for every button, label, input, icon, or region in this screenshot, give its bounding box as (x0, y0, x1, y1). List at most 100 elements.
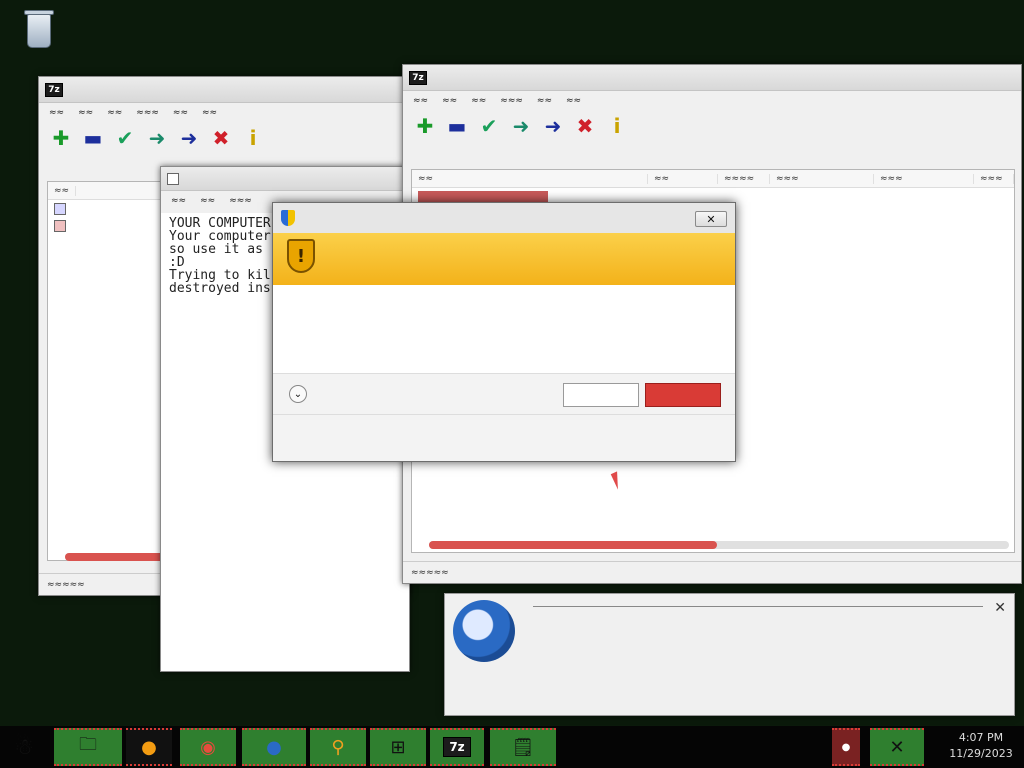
menu-view[interactable]: ≈≈ (107, 108, 122, 118)
thunderbird-logo-icon (453, 600, 515, 662)
extract-button[interactable]: ▬ (81, 127, 105, 149)
column-header[interactable]: ≈≈ (48, 182, 170, 200)
column-name[interactable]: ≈≈ (412, 173, 648, 184)
menu-file[interactable]: ≈≈ (171, 196, 186, 206)
copy-button[interactable]: ➜ (145, 127, 169, 149)
file-list[interactable]: ≈≈ (47, 181, 171, 561)
menu-favorites[interactable]: ≈≈≈ (136, 108, 159, 118)
move-button[interactable]: ➜ (177, 127, 201, 149)
info-button[interactable]: i (605, 115, 629, 137)
column-modified[interactable]: ≈≈≈ (770, 173, 874, 184)
status-text: ≈≈≈≈≈ (47, 579, 85, 590)
copy-button[interactable]: ➜ (509, 115, 533, 137)
folder-icon: 🗀 (79, 734, 97, 755)
notification-title (533, 602, 983, 607)
sevenzip-app-icon: 7z (45, 82, 63, 97)
add-button[interactable]: ✚ (413, 115, 437, 137)
column-name[interactable]: ≈≈ (48, 185, 77, 196)
taskbar-chrome[interactable]: ◉ (180, 728, 236, 766)
taskbar-search[interactable]: ⚲ (310, 728, 366, 766)
extract-button[interactable]: ▬ (445, 115, 469, 137)
horizontal-scrollbar[interactable] (429, 541, 1009, 549)
column-size[interactable]: ≈≈ (648, 173, 718, 184)
menu-help[interactable]: ≈≈ (566, 96, 581, 106)
menu-bar: ≈≈ ≈≈ ≈≈ ≈≈≈ ≈≈ ≈≈ (403, 91, 1021, 111)
check-icon: ✔ (116, 126, 134, 150)
start-button[interactable]: ☃ (4, 728, 44, 766)
menu-favorites[interactable]: ≈≈≈ (500, 96, 523, 106)
no-button[interactable] (645, 383, 721, 407)
selected-file (418, 190, 548, 203)
sevenzip-icon: 7z (443, 737, 471, 757)
column-accessed[interactable]: ≈≈≈ (974, 173, 1014, 184)
close-button[interactable]: ✕ (695, 211, 727, 227)
menu-file[interactable]: ≈≈ (49, 108, 64, 118)
delete-button[interactable]: ✖ (209, 127, 233, 149)
arrow-right-icon: ➜ (180, 126, 198, 150)
info-button[interactable]: i (241, 127, 265, 149)
info-icon: i (613, 114, 621, 138)
system-clock[interactable]: 4:07 PM 11/29/2023 (946, 730, 1016, 762)
column-created[interactable]: ≈≈≈ (874, 173, 974, 184)
test-button[interactable]: ✔ (477, 115, 501, 137)
window-titlebar[interactable] (161, 167, 409, 191)
taskbar-7zip[interactable]: 7z (430, 728, 484, 766)
notification-toast[interactable]: ✕ (444, 593, 1015, 716)
menu-edit[interactable]: ≈≈ (200, 196, 215, 206)
taskbar-network[interactable]: ✕ (870, 728, 924, 766)
file-icon (54, 202, 66, 215)
dialog-actions: ⌄ (273, 373, 735, 415)
recycle-bin-icon (21, 6, 57, 50)
menu-tools[interactable]: ≈≈ (537, 96, 552, 106)
column-header[interactable]: ≈≈ ≈≈ ≈≈≈≈ ≈≈≈ ≈≈≈ ≈≈≈ (412, 170, 1014, 188)
menu-format[interactable]: ≈≈≈ (229, 196, 252, 206)
close-icon: ✕ (706, 212, 716, 226)
dialog-titlebar[interactable] (273, 203, 735, 233)
close-icon[interactable]: ✕ (994, 600, 1006, 616)
recycle-bin-desktop-icon[interactable] (14, 6, 64, 52)
menu-tools[interactable]: ≈≈ (173, 108, 188, 118)
taskbar-tray-item[interactable]: ● (832, 728, 860, 766)
taskbar-thunderbird[interactable]: ● (242, 728, 306, 766)
taskbar-windows[interactable]: ⊞ (370, 728, 426, 766)
horizontal-scrollbar[interactable] (65, 553, 165, 561)
menu-edit[interactable]: ≈≈ (442, 96, 457, 106)
menu-edit[interactable]: ≈≈ (78, 108, 93, 118)
plus-icon: ✚ (416, 114, 434, 138)
tray-dot-icon: ● (841, 741, 851, 753)
menu-help[interactable]: ≈≈ (202, 108, 217, 118)
chrome-icon: ◉ (200, 736, 216, 758)
window-titlebar[interactable]: 7z (39, 77, 409, 103)
move-button[interactable]: ➜ (541, 115, 565, 137)
yes-button[interactable] (563, 383, 639, 407)
menu-view[interactable]: ≈≈ (471, 96, 486, 106)
notepad-icon: 🗒 (511, 736, 535, 758)
add-button[interactable]: ✚ (49, 127, 73, 149)
taskbar-firefox[interactable]: ● (126, 728, 172, 766)
column-packed-size[interactable]: ≈≈≈≈ (718, 173, 770, 184)
firefox-icon: ● (141, 736, 157, 758)
toolbar: ✚ ▬ ✔ ➜ ➜ ✖ i (403, 111, 1021, 155)
program-info (273, 285, 735, 373)
check-icon: ✔ (480, 114, 498, 138)
taskbar-file-explorer[interactable]: 🗀 (54, 728, 122, 766)
close-icon: ✖ (576, 114, 594, 138)
arrow-right-icon: ➜ (512, 114, 530, 138)
network-icon: ✕ (889, 736, 905, 758)
plus-icon: ✚ (52, 126, 70, 150)
menu-file[interactable]: ≈≈ (413, 96, 428, 106)
chevron-down-icon[interactable]: ⌄ (289, 385, 307, 403)
list-item[interactable] (48, 200, 170, 217)
test-button[interactable]: ✔ (113, 127, 137, 149)
uac-dialog[interactable]: ✕ ! ⌄ (272, 202, 736, 462)
taskbar: ☃ 🗀 ● ◉ ● ⚲ ⊞ 7z 🗒 ● ✕ 4:07 PM 11/29/202… (0, 726, 1024, 768)
shield-icon (281, 210, 295, 226)
list-item[interactable] (48, 217, 170, 234)
close-icon: ✖ (212, 126, 230, 150)
minus-icon: ▬ (447, 114, 467, 138)
clock-date: 11/29/2023 (949, 747, 1013, 760)
window-titlebar[interactable]: 7z (403, 65, 1021, 91)
info-icon: i (249, 126, 257, 150)
delete-button[interactable]: ✖ (573, 115, 597, 137)
taskbar-notepad[interactable]: 🗒 (490, 728, 556, 766)
